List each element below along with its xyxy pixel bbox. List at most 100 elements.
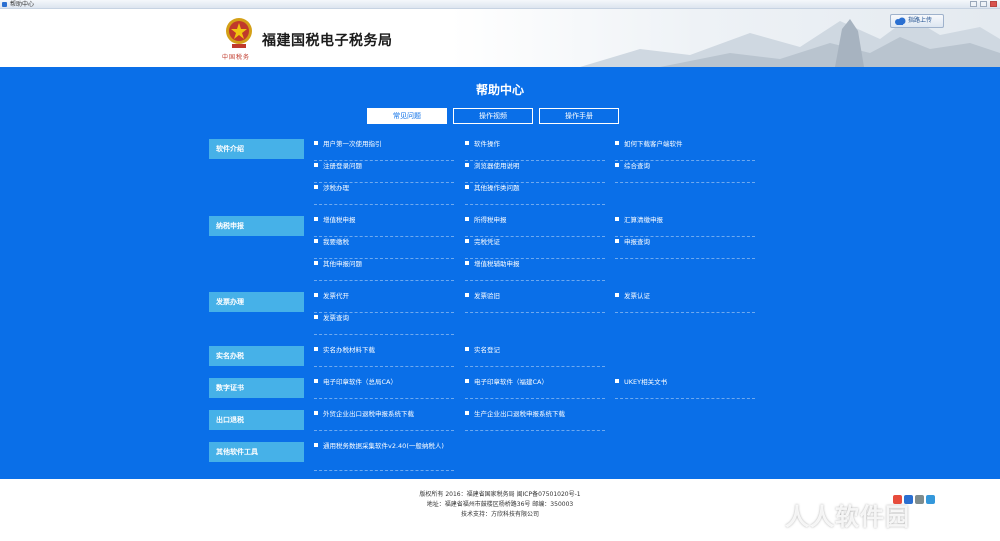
bullet-icon [314, 239, 318, 243]
bullet-icon [314, 163, 318, 167]
bullet-icon [465, 379, 469, 383]
window-titlebar: 帮助中心 [0, 0, 1000, 9]
help-link-label: 实名办税材料下载 [323, 346, 375, 354]
help-link[interactable]: 发票验旧 [465, 291, 605, 313]
help-link-label: 发票代开 [323, 292, 349, 300]
help-tabs: 常见问题 操作视频 操作手册 [367, 108, 619, 124]
bullet-icon [615, 163, 619, 167]
window-title: 帮助中心 [10, 1, 35, 8]
bullet-icon [465, 239, 469, 243]
help-link[interactable]: 注册登录问题 [314, 161, 454, 183]
bullet-icon [465, 185, 469, 189]
help-link[interactable]: 涉税办理 [314, 183, 454, 205]
help-link[interactable]: 申报查询 [615, 237, 755, 259]
app-icon [2, 2, 7, 7]
tab-faq[interactable]: 常见问题 [367, 108, 447, 124]
site-title: 福建国税电子税务局 [262, 33, 393, 49]
help-link-label: 其他申报问题 [323, 260, 362, 268]
bullet-icon [314, 315, 318, 319]
close-button[interactable] [990, 1, 997, 7]
help-link[interactable]: 所得税申报 [465, 215, 605, 237]
help-link-label: 完税凭证 [474, 238, 500, 246]
tab-manual[interactable]: 操作手册 [539, 108, 619, 124]
bullet-icon [465, 141, 469, 145]
help-link[interactable]: 综合查询 [615, 161, 755, 183]
help-link[interactable]: 软件操作 [465, 139, 605, 161]
bullet-icon [465, 261, 469, 265]
bullet-icon [314, 293, 318, 297]
help-link-label: 增值税申报 [323, 216, 356, 224]
bullet-icon [465, 411, 469, 415]
cloud-icon [895, 17, 906, 25]
tab-video[interactable]: 操作视频 [453, 108, 533, 124]
help-link-label: 如何下载客户端软件 [624, 140, 683, 148]
help-link-label: 外贸企业出口退税申报系统下载 [323, 410, 414, 418]
category-software-intro: 软件介绍 [209, 139, 304, 159]
window-controls [970, 1, 997, 7]
help-link[interactable]: 实名办税材料下载 [314, 345, 454, 367]
help-link[interactable]: 电子印章软件（福建CA） [465, 377, 605, 399]
bullet-icon [314, 185, 318, 189]
help-link[interactable]: 其他申报问题 [314, 259, 454, 281]
help-link-label: 浏览器使用说明 [474, 162, 520, 170]
help-link-label: 其他操作类问题 [474, 184, 520, 192]
help-link[interactable]: 增值税申报 [314, 215, 454, 237]
help-link-label: 涉税办理 [323, 184, 349, 192]
help-link[interactable]: 我要缴税 [314, 237, 454, 259]
help-link[interactable]: 发票查询 [314, 313, 454, 335]
help-link-label: 所得税申报 [474, 216, 507, 224]
bullet-icon [465, 347, 469, 351]
help-link[interactable]: 浏览器使用说明 [465, 161, 605, 183]
category-real-name: 实名办税 [209, 346, 304, 366]
help-link[interactable]: 实名登记 [465, 345, 605, 367]
tray-settings-icon[interactable] [915, 495, 924, 504]
help-link[interactable]: 电子印章软件（总局CA） [314, 377, 454, 399]
help-link-label: 通用税务数据采集软件v2.40(一般纳税人) [323, 442, 444, 450]
bullet-icon [615, 217, 619, 221]
help-link-label: 发票查询 [323, 314, 349, 322]
category-export-refund: 出口退税 [209, 410, 304, 430]
help-link[interactable]: 外贸企业出口退税申报系统下载 [314, 409, 454, 431]
minimize-button[interactable] [970, 1, 977, 7]
bullet-icon [465, 293, 469, 297]
bullet-icon [465, 163, 469, 167]
help-link-label: 注册登录问题 [323, 162, 362, 170]
help-link-label: 生产企业出口退税申报系统下载 [474, 410, 565, 418]
help-link[interactable]: 其他操作类问题 [465, 183, 605, 205]
bullet-icon [615, 141, 619, 145]
bullet-icon [314, 379, 318, 383]
share-upload-label: 指路上传 [908, 17, 933, 24]
help-link-label: 电子印章软件（总局CA） [323, 378, 397, 386]
help-main-panel: 帮助中心 常见问题 操作视频 操作手册 软件介绍 用户第一次使用指引 软件操作 … [0, 67, 1000, 479]
bullet-icon [314, 411, 318, 415]
help-link[interactable]: 完税凭证 [465, 237, 605, 259]
help-link[interactable]: 通用税务数据采集软件v2.40(一般纳税人) [314, 441, 454, 471]
bullet-icon [615, 293, 619, 297]
bullet-icon [314, 261, 318, 265]
help-link-label: 增值税辅助申报 [474, 260, 520, 268]
page-title: 帮助中心 [475, 83, 524, 97]
help-link[interactable]: UKEY相关文书 [615, 377, 755, 399]
help-link-label: 汇算清缴申报 [624, 216, 663, 224]
bullet-icon [615, 239, 619, 243]
help-link[interactable]: 发票代开 [314, 291, 454, 313]
category-tax-filing: 纳税申报 [209, 216, 304, 236]
maximize-button[interactable] [980, 1, 987, 7]
help-link[interactable]: 汇算清缴申报 [615, 215, 755, 237]
help-link-label: 我要缴税 [323, 238, 349, 246]
help-link-label: 综合查询 [624, 162, 650, 170]
tray-network-icon[interactable] [926, 495, 935, 504]
bullet-icon [314, 141, 318, 145]
help-link[interactable]: 如何下载客户端软件 [615, 139, 755, 161]
tax-emblem-icon [226, 18, 252, 48]
help-link-label: 发票认证 [624, 292, 650, 300]
help-link-label: 申报查询 [624, 238, 650, 246]
bullet-icon [615, 379, 619, 383]
help-link[interactable]: 用户第一次使用指引 [314, 139, 454, 161]
share-upload-button[interactable]: 指路上传 [890, 14, 944, 28]
help-link[interactable]: 生产企业出口退税申报系统下载 [465, 409, 605, 431]
bullet-icon [465, 217, 469, 221]
help-link[interactable]: 发票认证 [615, 291, 755, 313]
help-link[interactable]: 增值税辅助申报 [465, 259, 605, 281]
help-link-label: UKEY相关文书 [624, 378, 668, 386]
